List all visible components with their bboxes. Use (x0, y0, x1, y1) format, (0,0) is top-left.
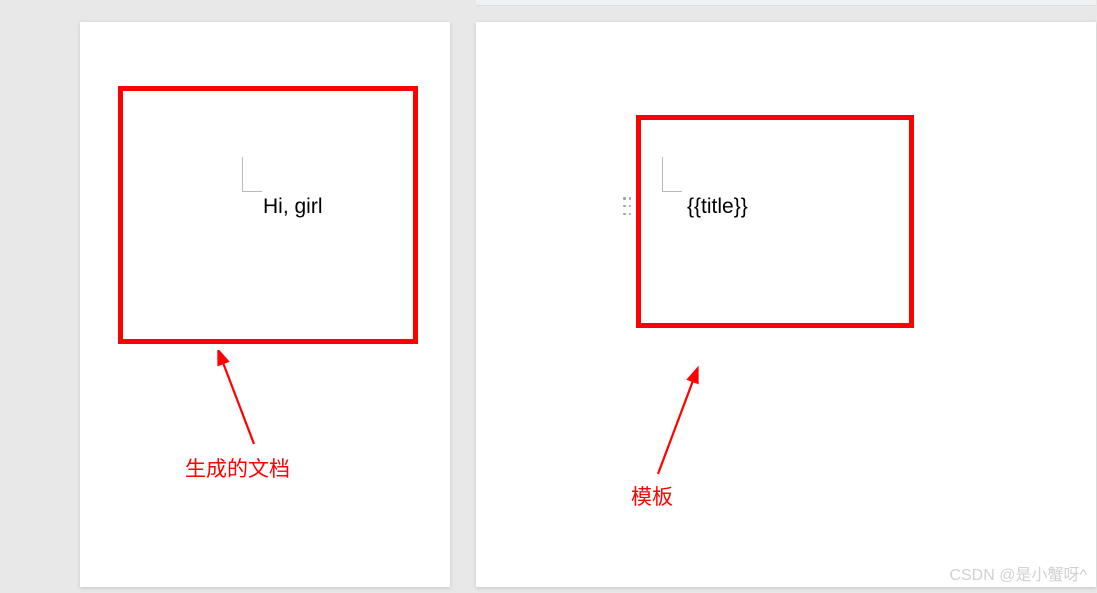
annotation-box-right (636, 115, 914, 328)
drag-handle-icon[interactable] (623, 197, 631, 215)
annotation-label-left: 生成的文档 (185, 453, 290, 483)
top-divider (476, 0, 1096, 6)
watermark-text: CSDN @是小蟹呀^ (949, 561, 1087, 585)
annotation-label-right: 模板 (631, 481, 673, 511)
left-document-text: Hi, girl (263, 195, 323, 219)
right-document-text: {{title}} (687, 195, 748, 219)
